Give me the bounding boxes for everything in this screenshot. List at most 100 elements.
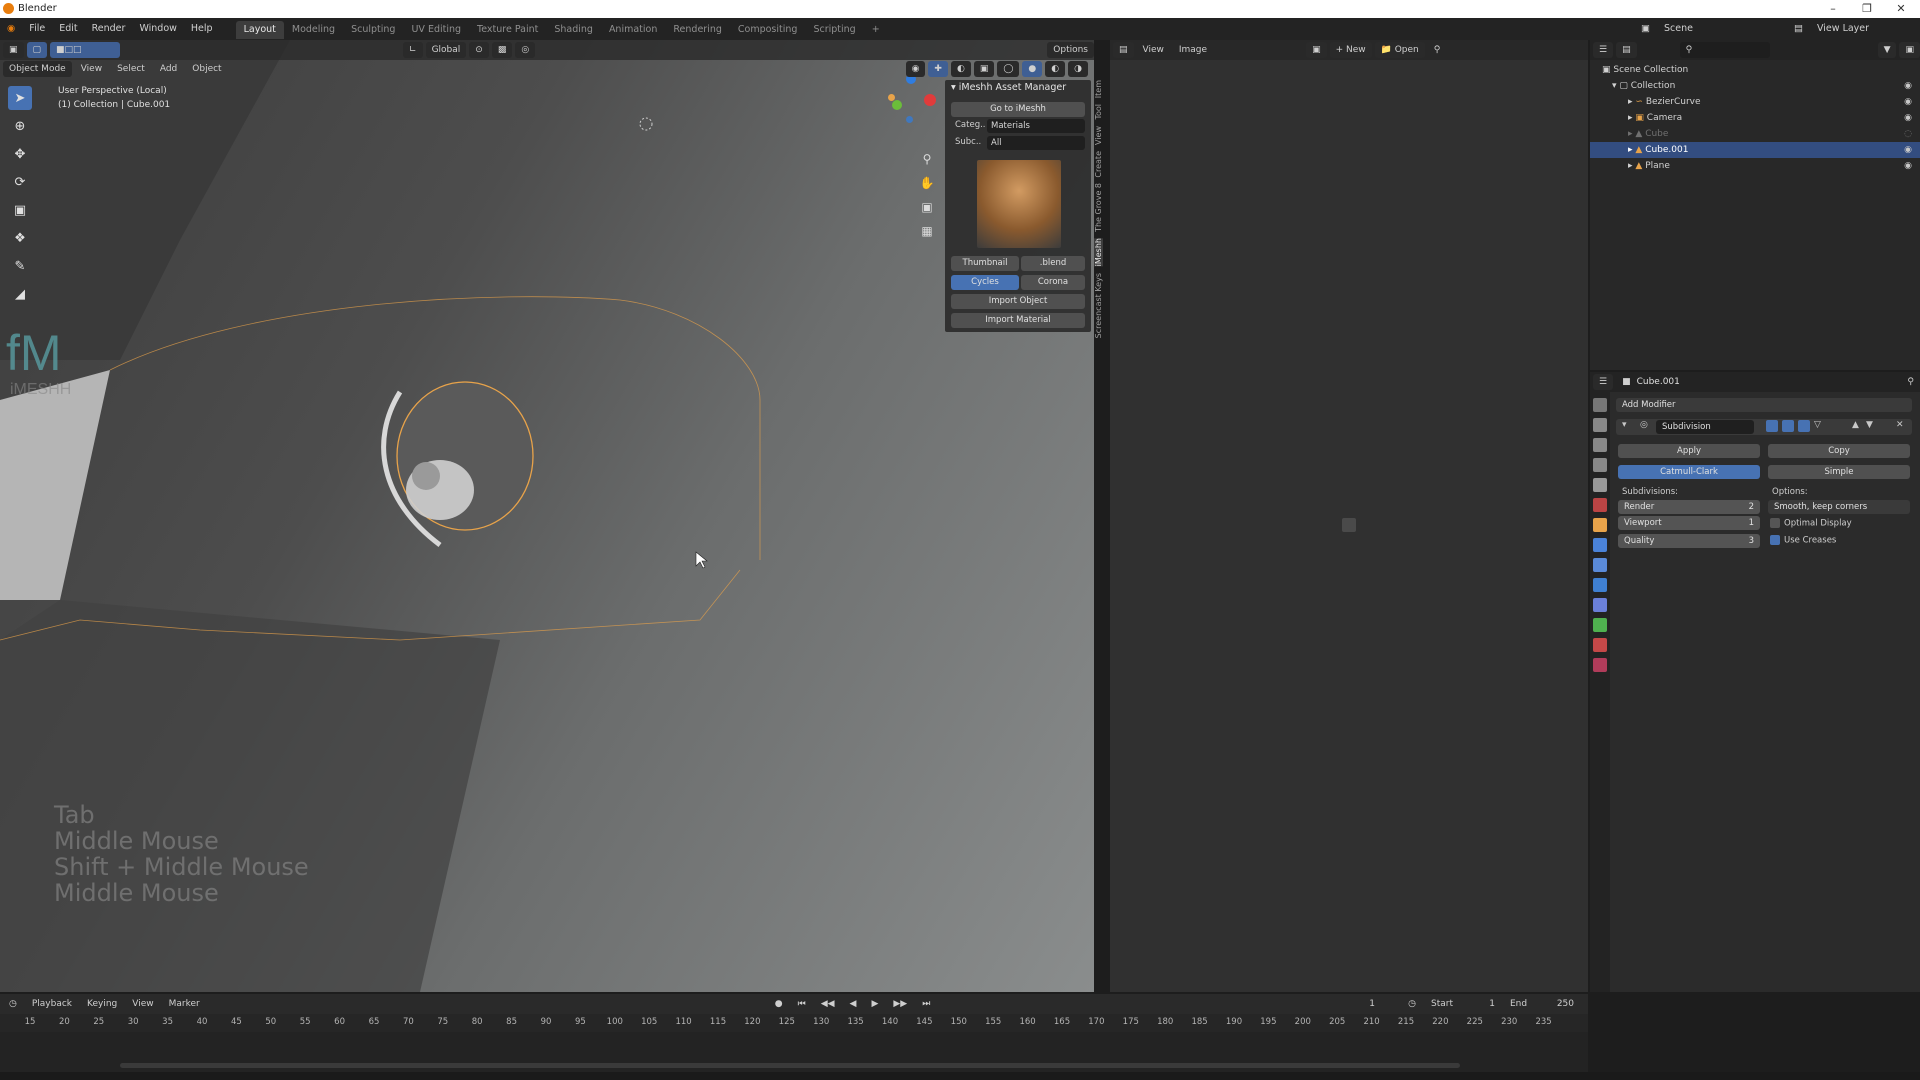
- tab-view[interactable]: View: [1094, 126, 1103, 145]
- move-down-icon[interactable]: ▼: [1866, 420, 1873, 430]
- blend-button[interactable]: .blend: [1021, 256, 1085, 271]
- end-frame-field[interactable]: End 250: [1504, 996, 1580, 1012]
- pivot-icon[interactable]: ⊙: [469, 42, 489, 58]
- 3d-viewport[interactable]: fM iMESHH User Perspective (Local) (1) C…: [0, 40, 1094, 992]
- pin-icon[interactable]: ⚲: [1428, 42, 1447, 58]
- mode-dropdown[interactable]: Object Mode: [3, 61, 72, 77]
- scene-selector[interactable]: Scene: [1657, 18, 1747, 40]
- outliner-item-cube001[interactable]: ▸ ▲ Cube.001 ◉: [1590, 142, 1920, 158]
- render-toggle-icon[interactable]: [1798, 420, 1810, 432]
- move-tool-icon[interactable]: ✥: [8, 142, 32, 166]
- tab-screencast-keys[interactable]: Screencast Keys: [1094, 273, 1103, 338]
- xray-toggle-icon[interactable]: ▣: [973, 61, 995, 77]
- 3d-cursor[interactable]: [639, 117, 653, 131]
- menu-window[interactable]: Window: [132, 18, 183, 40]
- shading-rendered-icon[interactable]: ◑: [1068, 61, 1088, 77]
- proportional-edit-icon[interactable]: ◎: [515, 42, 536, 58]
- tab-animation[interactable]: Animation: [601, 21, 665, 39]
- quality-field[interactable]: Quality 3: [1618, 534, 1760, 548]
- annotate-tool-icon[interactable]: ✎: [8, 254, 32, 278]
- timeline-type-icon[interactable]: ◷: [3, 996, 23, 1012]
- outliner-item-collection[interactable]: ▾ ▢ Collection ◉: [1590, 78, 1920, 94]
- clock-icon[interactable]: ◷: [1402, 996, 1422, 1012]
- vp-menu-select[interactable]: Select: [111, 61, 151, 77]
- modifier-name-field[interactable]: Subdivision: [1656, 420, 1754, 434]
- world-props-icon[interactable]: [1593, 498, 1607, 512]
- jump-start-icon[interactable]: ⏮: [792, 996, 812, 1012]
- catmull-clark-toggle[interactable]: Catmull-Clark: [1618, 465, 1760, 479]
- play-icon[interactable]: ▶: [865, 996, 884, 1012]
- close-icon[interactable]: ✕: [1884, 0, 1918, 18]
- vp-menu-object[interactable]: Object: [186, 61, 227, 77]
- y-axis-icon[interactable]: [892, 100, 902, 110]
- rotate-tool-icon[interactable]: ⟳: [8, 170, 32, 194]
- cursor-tool-icon[interactable]: ⊕: [8, 114, 32, 138]
- image-browse-icon[interactable]: ▣: [1306, 42, 1327, 58]
- img-menu-image[interactable]: Image: [1173, 42, 1213, 58]
- remove-modifier-icon[interactable]: ✕: [1896, 420, 1904, 430]
- modifier-props-icon[interactable]: [1593, 538, 1607, 552]
- cycles-toggle[interactable]: Cycles: [951, 275, 1019, 290]
- collapse-icon[interactable]: ▾: [1622, 420, 1627, 430]
- add-workspace-icon[interactable]: +: [864, 21, 888, 39]
- measure-tool-icon[interactable]: ◢: [8, 282, 32, 306]
- outliner-item-plane[interactable]: ▸ ▲ Plane ◉: [1590, 158, 1920, 174]
- gizmo-toggle-icon[interactable]: ✚: [928, 61, 948, 77]
- asset-thumbnail[interactable]: [977, 160, 1061, 248]
- tab-create[interactable]: Create: [1094, 151, 1103, 178]
- outliner-item-camera[interactable]: ▸ ▣ Camera ◉: [1590, 110, 1920, 126]
- apply-button[interactable]: Apply: [1618, 444, 1760, 458]
- go-to-imeshh-button[interactable]: Go to iMeshh: [951, 102, 1085, 117]
- minimize-icon[interactable]: –: [1816, 0, 1850, 18]
- shading-solid-icon[interactable]: ●: [1022, 61, 1043, 77]
- menu-view[interactable]: View: [126, 996, 159, 1012]
- viewport-levels-field[interactable]: Viewport 1: [1618, 516, 1760, 530]
- blender-menu-icon[interactable]: ◉: [0, 18, 22, 40]
- scale-tool-icon[interactable]: ▣: [8, 198, 32, 222]
- tab-item[interactable]: Item: [1094, 80, 1103, 98]
- timeline-scrollbar[interactable]: [120, 1063, 1460, 1068]
- select-box-icon[interactable]: ▢: [26, 42, 48, 58]
- new-image-button[interactable]: + New: [1329, 42, 1372, 58]
- add-modifier-dropdown[interactable]: Add Modifier: [1616, 398, 1912, 412]
- eye-icon[interactable]: ◉: [1904, 142, 1912, 158]
- display-mode-icon[interactable]: ▤: [1616, 42, 1637, 58]
- object-props-icon[interactable]: [1593, 518, 1607, 532]
- menu-marker[interactable]: Marker: [163, 996, 206, 1012]
- current-frame-field[interactable]: 1: [1345, 996, 1400, 1012]
- constraints-props-icon[interactable]: [1593, 598, 1607, 612]
- transform-tool-icon[interactable]: ❖: [8, 226, 32, 250]
- import-material-button[interactable]: Import Material: [951, 313, 1085, 328]
- overlay-toggle-icon[interactable]: ◐: [950, 61, 971, 77]
- edit-mode-toggle-icon[interactable]: [1766, 420, 1778, 432]
- record-icon[interactable]: ●: [769, 996, 789, 1012]
- menu-edit[interactable]: Edit: [52, 18, 84, 40]
- menu-render[interactable]: Render: [85, 18, 133, 40]
- uv-smooth-dropdown[interactable]: Smooth, keep corners: [1768, 500, 1910, 514]
- view-layer-selector[interactable]: View Layer: [1810, 18, 1920, 40]
- next-keyframe-icon[interactable]: ▶▶: [887, 996, 913, 1012]
- menu-keying[interactable]: Keying: [81, 996, 123, 1012]
- navigation-gizmo[interactable]: [880, 72, 940, 142]
- use-creases-checkbox[interactable]: Use Creases: [1770, 535, 1836, 546]
- outliner-search-input[interactable]: ⚲: [1679, 42, 1770, 58]
- outliner-type-icon[interactable]: ☰: [1593, 42, 1614, 58]
- select-mode-icon[interactable]: ■□□: [50, 42, 121, 58]
- properties-type-icon[interactable]: ☰: [1593, 374, 1614, 390]
- tab-modeling[interactable]: Modeling: [284, 21, 343, 39]
- scene-props-icon[interactable]: [1593, 478, 1607, 492]
- particles-props-icon[interactable]: [1593, 558, 1607, 572]
- eye-icon[interactable]: ◉: [1904, 158, 1912, 174]
- menu-playback[interactable]: Playback: [26, 996, 78, 1012]
- panel-title[interactable]: ▾ iMeshh Asset Manager: [945, 80, 1091, 96]
- thumbnail-button[interactable]: Thumbnail: [951, 256, 1019, 271]
- render-levels-field[interactable]: Render 2: [1618, 500, 1760, 514]
- scene-icon[interactable]: ▣: [1634, 18, 1657, 40]
- restore-icon[interactable]: ❐: [1850, 0, 1884, 18]
- image-editor-type-icon[interactable]: ▤: [1113, 42, 1134, 58]
- data-props-icon[interactable]: [1593, 618, 1607, 632]
- jump-end-icon[interactable]: ⏭: [916, 996, 936, 1012]
- checkbox-checked-icon[interactable]: [1770, 535, 1780, 545]
- x-axis-icon[interactable]: [924, 94, 936, 106]
- tab-layout[interactable]: Layout: [235, 21, 284, 39]
